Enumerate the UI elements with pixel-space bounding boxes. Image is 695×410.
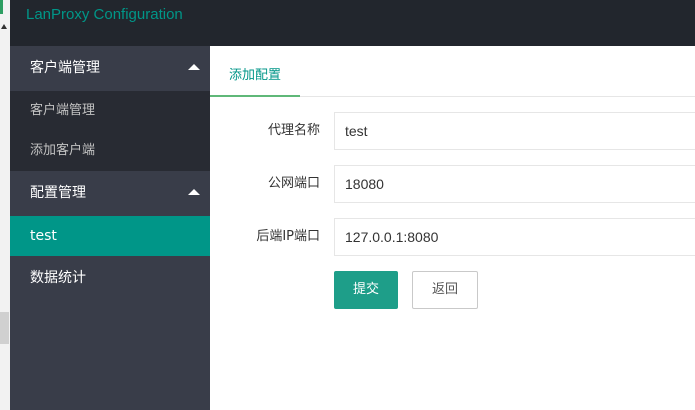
public-port-input[interactable]	[334, 165, 695, 203]
sidebar-item-test[interactable]: test	[10, 216, 210, 256]
sidebar-group-label: 配置管理	[30, 185, 86, 201]
sidebar-group-config-management[interactable]: 配置管理	[10, 171, 210, 216]
submenu-client-management: 客户端管理 添加客户端	[10, 91, 210, 171]
backend-address-label: 后端IP端口	[256, 229, 320, 244]
sidebar-group-statistics[interactable]: 数据统计	[10, 256, 210, 301]
sidebar-item-client-management[interactable]: 客户端管理	[10, 91, 210, 131]
proxy-name-label: 代理名称	[267, 123, 320, 138]
left-edge-strip	[0, 0, 10, 410]
proxy-name-input[interactable]	[334, 112, 695, 150]
caret-up-icon[interactable]	[188, 189, 200, 195]
sidebar: 客户端管理 客户端管理 添加客户端 配置管理 test 数据统计	[10, 46, 210, 410]
top-header: LanProxy Configuration	[10, 0, 695, 46]
public-port-label: 公网端口	[267, 176, 320, 191]
back-button[interactable]: 返回	[412, 271, 478, 309]
sidebar-group-label: 客户端管理	[30, 60, 100, 76]
app-window: LanProxy Configuration 客户端管理 客户端管理 添加客户端…	[0, 0, 695, 410]
caret-up-icon[interactable]	[188, 64, 200, 70]
tab-bar: 添加配置	[210, 46, 695, 97]
app-title: LanProxy Configuration	[26, 6, 183, 23]
edge-accent	[0, 0, 3, 14]
sidebar-group-client-management[interactable]: 客户端管理	[10, 46, 210, 91]
form-row-proxy-name: 代理名称	[210, 112, 695, 150]
sidebar-item-add-client[interactable]: 添加客户端	[10, 131, 210, 171]
submit-button[interactable]: 提交	[334, 271, 398, 309]
sidebar-group-label: 数据统计	[30, 270, 86, 286]
backend-address-input[interactable]	[334, 218, 695, 256]
scroll-up-arrow-icon[interactable]	[1, 24, 7, 29]
main-content: 添加配置 代理名称 公网端口 后端IP端口 提交 返回	[210, 46, 695, 410]
form-row-public-port: 公网端口	[210, 165, 695, 203]
scrollbar-thumb[interactable]	[0, 312, 9, 344]
form-row-backend-address: 后端IP端口	[210, 218, 695, 256]
tab-add-config[interactable]: 添加配置	[210, 56, 301, 97]
